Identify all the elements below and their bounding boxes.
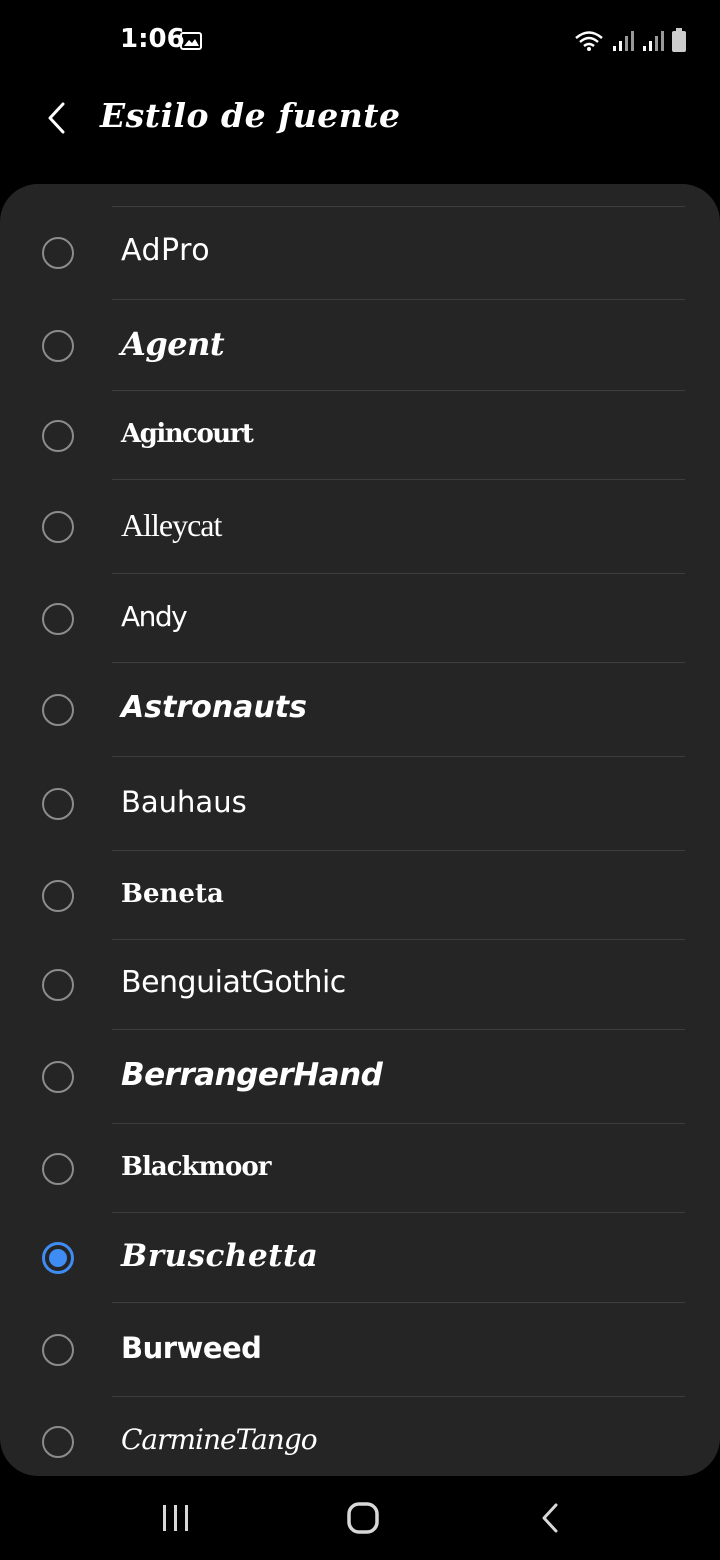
font-option-label: Blackmoor — [121, 1151, 271, 1182]
font-option-row[interactable]: Burweed — [0, 1303, 720, 1397]
font-radio-button[interactable] — [42, 1334, 74, 1366]
font-option-label: BenguiatGothic — [121, 965, 346, 1000]
font-radio-button[interactable] — [42, 1426, 74, 1458]
font-option-label: Agincourt — [121, 418, 254, 449]
chevron-left-icon — [48, 102, 65, 134]
font-option-label: Andy — [121, 599, 188, 633]
page-title: Estilo de fuente — [100, 96, 401, 135]
font-radio-button[interactable] — [42, 879, 74, 912]
back-button[interactable] — [30, 92, 82, 144]
gallery-icon — [180, 32, 202, 50]
font-radio-button[interactable] — [42, 969, 74, 1001]
status-icons — [574, 28, 686, 52]
font-option-label: Beneta — [121, 878, 224, 909]
font-option-row[interactable]: Andy — [0, 574, 720, 663]
font-radio-button[interactable] — [42, 419, 74, 452]
font-option-label: CarmineTango — [121, 1423, 318, 1456]
font-option-label: Bruschetta — [121, 1237, 319, 1274]
font-option-row[interactable]: Agincourt — [0, 391, 720, 480]
home-button[interactable] — [323, 1490, 403, 1546]
font-option-row[interactable]: AdPro — [0, 206, 720, 300]
font-option-row[interactable]: Alleycat — [0, 480, 720, 574]
battery-icon — [672, 28, 686, 52]
font-option-label: Agent — [121, 324, 225, 363]
wifi-icon — [575, 31, 603, 51]
font-option-row[interactable]: BenguiatGothic — [0, 940, 720, 1030]
font-radio-button[interactable] — [42, 1061, 74, 1093]
font-radio-button[interactable] — [42, 602, 74, 635]
font-option-row[interactable]: BerrangerHand — [0, 1030, 720, 1124]
font-style-list[interactable]: AdPro Agent Agincourt Alleycat Andy Astronaut… — [0, 184, 720, 1476]
font-radio-button[interactable] — [42, 329, 74, 362]
status-bar: 1:06 — [0, 0, 720, 84]
font-option-row[interactable]: Blackmoor — [0, 1124, 720, 1213]
recent-apps-icon — [163, 1505, 188, 1531]
font-option-row[interactable]: Agent — [0, 300, 720, 391]
font-option-label: Alleycat — [121, 507, 222, 543]
back-icon — [542, 1503, 558, 1533]
font-radio-button[interactable] — [42, 694, 74, 726]
font-radio-button[interactable] — [42, 511, 74, 543]
font-option-label: AdPro — [121, 233, 211, 268]
font-option-row[interactable]: CarmineTango — [0, 1397, 720, 1476]
font-option-row[interactable]: Beneta — [0, 851, 720, 940]
font-option-label: BerrangerHand — [121, 1056, 383, 1093]
font-option-label: Burweed — [121, 1330, 262, 1365]
font-radio-button[interactable] — [42, 788, 74, 820]
signal-icon — [643, 31, 664, 51]
font-radio-button[interactable] — [42, 1152, 74, 1185]
nav-back-button[interactable] — [510, 1490, 590, 1546]
status-time: 1:06 — [120, 24, 185, 54]
signal-icon — [613, 31, 634, 51]
font-radio-button[interactable] — [42, 237, 74, 269]
navigation-bar — [0, 1476, 720, 1560]
font-option-label: Astronauts — [121, 690, 307, 725]
font-option-row[interactable]: Astronauts — [0, 663, 720, 757]
font-option-row[interactable]: Bauhaus — [0, 757, 720, 851]
font-option-label: Bauhaus — [121, 784, 247, 819]
app-bar: Estilo de fuente — [0, 84, 720, 148]
home-icon — [347, 1502, 379, 1534]
recent-apps-button[interactable] — [136, 1490, 216, 1546]
font-option-row[interactable]: Bruschetta — [0, 1213, 720, 1303]
font-radio-button[interactable] — [42, 1242, 74, 1274]
